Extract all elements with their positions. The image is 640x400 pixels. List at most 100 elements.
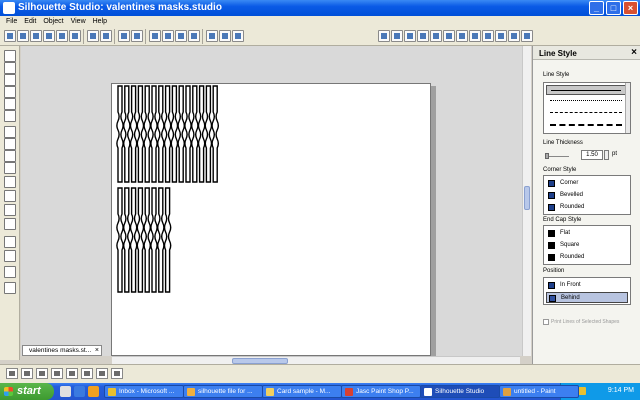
page-icon[interactable] [188, 30, 200, 42]
start-button[interactable]: start [0, 383, 54, 400]
horizontal-scrollbar[interactable] [112, 356, 520, 364]
ungroup-icon[interactable] [232, 30, 244, 42]
curve-tool-icon[interactable] [4, 126, 16, 138]
zoom-out-icon[interactable] [149, 30, 161, 42]
strip-shape[interactable] [123, 187, 131, 293]
knife-tool-icon[interactable] [4, 204, 16, 216]
endcap-option-square[interactable]: Square [546, 240, 628, 251]
strip-shape[interactable] [157, 187, 165, 293]
strip-shape[interactable] [157, 85, 165, 183]
open-icon[interactable] [17, 30, 29, 42]
strip-shape[interactable] [143, 85, 151, 183]
line-style-scrollbar[interactable] [625, 83, 630, 133]
canvas-workspace[interactable] [21, 46, 527, 356]
line-style-list[interactable] [543, 82, 631, 134]
save-icon[interactable] [30, 30, 42, 42]
endcap-option-rounded[interactable]: Rounded [546, 252, 628, 263]
print-icon[interactable] [43, 30, 55, 42]
zoom-reset-icon[interactable] [51, 368, 63, 379]
maximize-button[interactable]: □ [606, 1, 621, 15]
group-icon[interactable] [219, 30, 231, 42]
pan-icon[interactable] [175, 30, 187, 42]
strip-shape[interactable] [143, 187, 151, 293]
zoom-fit-icon[interactable] [162, 30, 174, 42]
registration-icon[interactable] [4, 218, 16, 230]
copy-icon[interactable] [69, 30, 81, 42]
strip-shape[interactable] [163, 85, 172, 183]
undo-icon[interactable] [100, 30, 112, 42]
wavy-strip-shapes[interactable] [112, 84, 432, 357]
taskbar-task[interactable]: Card sample - M... [262, 385, 342, 398]
rectangle-tool-icon[interactable] [4, 86, 16, 98]
ellipse-tool-icon[interactable] [4, 98, 16, 110]
page-setup-icon[interactable] [4, 236, 16, 248]
strip-shape[interactable] [150, 187, 158, 293]
minimize-button[interactable]: _ [589, 1, 604, 15]
line-style-long-dash[interactable] [546, 120, 626, 130]
replicate-icon[interactable] [443, 30, 455, 42]
taskbar-task[interactable]: Jasc Paint Shop P... [341, 385, 421, 398]
strip-shape[interactable] [150, 85, 158, 183]
quicklaunch-desktop-icon[interactable] [60, 386, 71, 397]
select-icon[interactable] [206, 30, 218, 42]
rulers-icon[interactable] [36, 368, 48, 379]
taskbar-task[interactable]: untitled - Paint [499, 385, 579, 398]
tray-volume-icon[interactable] [578, 387, 586, 395]
line-color-icon[interactable] [391, 30, 403, 42]
corner-option-rounded[interactable]: Rounded [546, 202, 628, 213]
zoom-in-icon[interactable] [131, 30, 143, 42]
strip-shape[interactable] [129, 85, 138, 183]
quicklaunch-media-icon[interactable] [88, 386, 99, 397]
text-tool-icon[interactable] [4, 176, 16, 188]
line-style-dashed[interactable] [546, 108, 626, 118]
cutting-mat-page[interactable] [111, 83, 431, 356]
close-button[interactable]: × [623, 1, 638, 15]
strip-shape[interactable] [204, 85, 213, 183]
thickness-slider-thumb[interactable] [545, 153, 549, 159]
select-tool-icon[interactable] [4, 50, 16, 62]
strip-shape[interactable] [197, 85, 206, 183]
snap-icon[interactable] [21, 368, 33, 379]
line-tool-icon[interactable] [4, 74, 16, 86]
strip-shape[interactable] [163, 187, 172, 293]
taskbar-task[interactable]: Inbox - Microsoft ... [104, 385, 184, 398]
document-tab[interactable]: valentines masks.st... × [22, 345, 102, 356]
strip-shape[interactable] [116, 187, 124, 293]
weld-icon[interactable] [456, 30, 468, 42]
menu-file[interactable]: File [3, 16, 21, 27]
grid-toggle-icon[interactable] [6, 368, 18, 379]
taskbar-task[interactable]: Silhouette Studio [420, 385, 500, 398]
eraser-tool-icon[interactable] [4, 190, 16, 202]
paste-icon[interactable] [87, 30, 99, 42]
media-library-icon[interactable] [4, 266, 16, 278]
offset-icon[interactable] [469, 30, 481, 42]
arc-tool-icon[interactable] [4, 138, 16, 150]
freehand-tool-icon[interactable] [4, 150, 16, 162]
point-edit-icon[interactable] [4, 62, 16, 74]
strip-shape[interactable] [170, 85, 179, 183]
position-option-behind[interactable]: Behind [546, 292, 628, 303]
vertical-scrollbar[interactable] [522, 46, 531, 356]
line-color-bottom-icon[interactable] [111, 368, 123, 379]
corner-option-bevelled[interactable]: Bevelled [546, 190, 628, 201]
menu-view[interactable]: View [68, 16, 90, 27]
align-icon[interactable] [430, 30, 442, 42]
strip-shape[interactable] [123, 85, 131, 183]
line-style-solid[interactable] [546, 85, 626, 95]
position-option-in-front[interactable]: In Front [546, 280, 628, 291]
strip-shape[interactable] [191, 85, 199, 183]
delete-icon[interactable] [81, 368, 93, 379]
strip-shape[interactable] [184, 85, 192, 183]
send-icon[interactable] [521, 30, 533, 42]
fill-icon[interactable] [378, 30, 390, 42]
knife-icon[interactable] [495, 30, 507, 42]
menu-help[interactable]: Help [90, 16, 111, 27]
polygon-tool-icon[interactable] [4, 110, 16, 122]
quicklaunch-ie-icon[interactable] [74, 386, 85, 397]
vertical-scroll-thumb[interactable] [524, 186, 530, 210]
trace-icon[interactable] [482, 30, 494, 42]
strip-shape[interactable] [129, 187, 138, 293]
redo-icon[interactable] [118, 30, 130, 42]
thickness-spinner[interactable] [604, 150, 609, 160]
line-style-dotted[interactable] [546, 96, 626, 106]
